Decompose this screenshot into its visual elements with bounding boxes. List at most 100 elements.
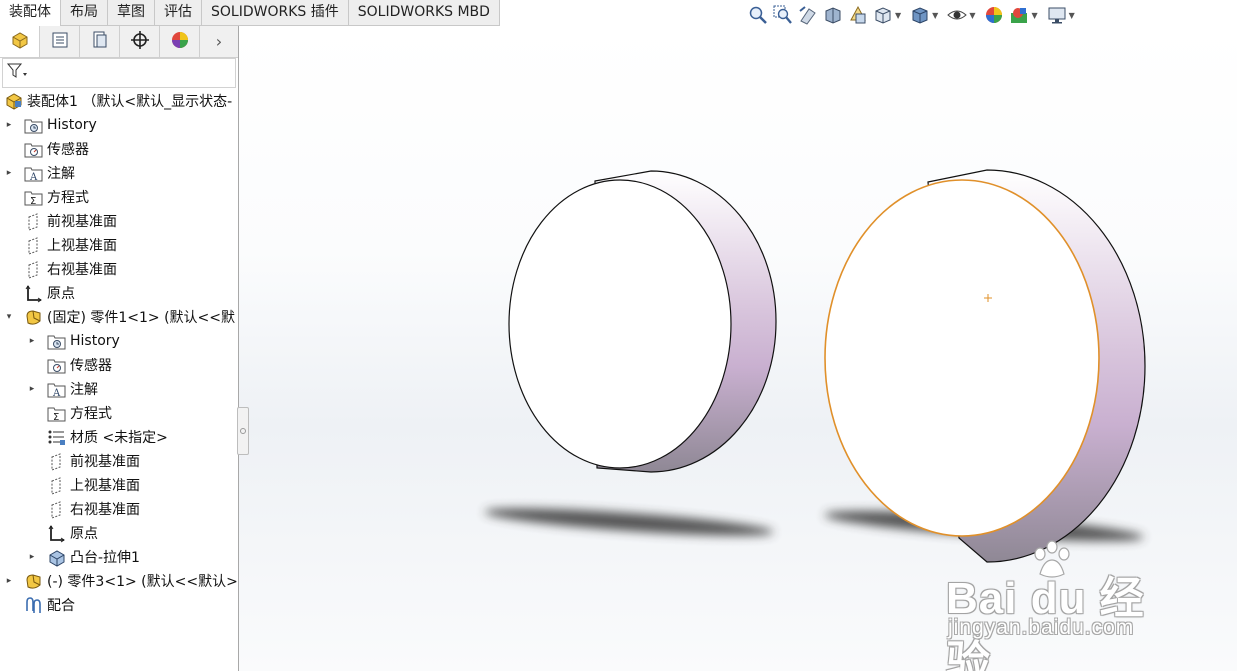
part-icon bbox=[24, 308, 43, 327]
feature-manager-tab[interactable] bbox=[0, 26, 40, 57]
tab-assembly[interactable]: 装配体 bbox=[0, 0, 61, 26]
tree-item-part1-annotations[interactable]: ▸ A 注解 bbox=[0, 377, 238, 401]
panel-collapse-handle[interactable] bbox=[237, 407, 249, 455]
expand-arrow-icon[interactable]: ▸ bbox=[27, 552, 37, 562]
tree-item-label: 方程式 bbox=[70, 406, 112, 422]
expand-arrow-icon[interactable]: ▸ bbox=[27, 384, 37, 394]
tree-item-label: History bbox=[47, 117, 97, 133]
display-manager-icon bbox=[170, 30, 190, 54]
display-manager-tab[interactable] bbox=[160, 26, 200, 57]
svg-text:Σ: Σ bbox=[30, 196, 36, 206]
tree-item-part1-extrude[interactable]: ▸ 凸台-拉伸1 bbox=[0, 545, 238, 569]
tree-item-part1-front-plane[interactable]: 前视基准面 bbox=[0, 449, 238, 473]
shadow-left bbox=[484, 508, 774, 536]
dynamic-annotation-icon[interactable] bbox=[848, 5, 868, 25]
tab-layout[interactable]: 布局 bbox=[61, 0, 108, 26]
tree-item-part1-sensors[interactable]: 传感器 bbox=[0, 353, 238, 377]
apply-scene-icon[interactable] bbox=[1009, 5, 1029, 25]
tree-item-history[interactable]: ▸ History bbox=[0, 113, 238, 137]
tree-item-mates[interactable]: 配合 bbox=[0, 593, 238, 617]
tree-item-label: 传感器 bbox=[70, 358, 112, 374]
tab-solidworks-mbd[interactable]: SOLIDWORKS MBD bbox=[349, 0, 500, 26]
tree-item-sensors[interactable]: 传感器 bbox=[0, 137, 238, 161]
configuration-manager-tab[interactable] bbox=[80, 26, 120, 57]
tree-item-label: 原点 bbox=[47, 286, 75, 302]
view-orientation-icon[interactable] bbox=[873, 5, 893, 25]
plane-icon bbox=[47, 500, 66, 519]
watermark: Bai du 经验 jingyan.baidu.com bbox=[946, 540, 1186, 671]
tree-item-part1[interactable]: ▾ (固定) 零件1<1> (默认<<默 bbox=[0, 305, 238, 329]
tree-item-label: (固定) 零件1<1> (默认<<默 bbox=[47, 310, 236, 326]
dimxpert-tab[interactable] bbox=[120, 26, 160, 57]
tree-item-label: 材质 <未指定> bbox=[70, 430, 168, 446]
plane-icon bbox=[24, 260, 43, 279]
plane-icon bbox=[24, 236, 43, 255]
tree-item-label: 方程式 bbox=[47, 190, 89, 206]
tree-item-part1-origin[interactable]: 原点 bbox=[0, 521, 238, 545]
tree-item-right-plane[interactable]: 右视基准面 bbox=[0, 257, 238, 281]
previous-view-icon[interactable] bbox=[798, 5, 818, 25]
section-view-icon[interactable] bbox=[823, 5, 843, 25]
hide-show-dropdown-icon[interactable]: ▼ bbox=[969, 11, 975, 20]
tree-item-part1-top-plane[interactable]: 上视基准面 bbox=[0, 473, 238, 497]
tab-solidworks-addins[interactable]: SOLIDWORKS 插件 bbox=[202, 0, 349, 26]
configuration-manager-icon bbox=[90, 30, 110, 54]
tree-item-part3[interactable]: ▸ (-) 零件3<1> (默认<<默认> bbox=[0, 569, 238, 593]
watermark-url: jingyan.baidu.com bbox=[948, 616, 1135, 639]
plane-icon bbox=[47, 452, 66, 471]
tree-item-part1-material[interactable]: 材质 <未指定> bbox=[0, 425, 238, 449]
part-cylinder-right[interactable] bbox=[824, 169, 1146, 563]
history-folder-icon bbox=[47, 332, 66, 351]
expand-arrow-icon[interactable]: ▸ bbox=[4, 168, 14, 178]
plane-icon bbox=[47, 476, 66, 495]
plane-icon bbox=[24, 212, 43, 231]
expand-arrow-icon[interactable]: ▸ bbox=[27, 336, 37, 346]
tree-item-front-plane[interactable]: 前视基准面 bbox=[0, 209, 238, 233]
svg-text:A: A bbox=[29, 172, 38, 182]
collapse-arrow-icon[interactable]: ▾ bbox=[4, 312, 14, 322]
apply-scene-dropdown-icon[interactable]: ▼ bbox=[1031, 11, 1037, 20]
sensor-folder-icon bbox=[47, 356, 66, 375]
feature-manager-panel: › 装配体1 （默认<默认_显示状态- ▸ History 传感器 ▸ A 注解… bbox=[0, 26, 239, 671]
edit-appearance-icon[interactable] bbox=[984, 5, 1004, 25]
tree-item-part1-history[interactable]: ▸ History bbox=[0, 329, 238, 353]
origin-icon bbox=[24, 284, 43, 303]
expand-arrow-icon[interactable]: ▸ bbox=[4, 576, 14, 586]
view-orientation-dropdown-icon[interactable]: ▼ bbox=[895, 11, 901, 20]
tab-sketch[interactable]: 草图 bbox=[108, 0, 155, 26]
display-style-dropdown-icon[interactable]: ▼ bbox=[932, 11, 938, 20]
origin-icon bbox=[47, 524, 66, 543]
display-style-icon[interactable] bbox=[910, 5, 930, 25]
view-settings-icon[interactable] bbox=[1047, 5, 1067, 25]
tree-root-assembly[interactable]: 装配体1 （默认<默认_显示状态- bbox=[0, 89, 238, 113]
tree-item-part1-right-plane[interactable]: 右视基准面 bbox=[0, 497, 238, 521]
more-tabs-chevron-icon[interactable]: › bbox=[200, 26, 238, 57]
tree-filter[interactable] bbox=[2, 58, 236, 88]
tree-item-label: 传感器 bbox=[47, 142, 89, 158]
tree-item-origin[interactable]: 原点 bbox=[0, 281, 238, 305]
tree-item-label: 前视基准面 bbox=[47, 214, 117, 230]
tree-item-label: 注解 bbox=[70, 382, 98, 398]
tab-evaluate[interactable]: 评估 bbox=[155, 0, 202, 26]
extrude-icon bbox=[47, 548, 66, 567]
view-settings-dropdown-icon[interactable]: ▼ bbox=[1069, 11, 1075, 20]
tree-item-label: (-) 零件3<1> (默认<<默认> bbox=[47, 574, 238, 590]
assembly-icon bbox=[4, 92, 23, 111]
zoom-to-fit-icon[interactable] bbox=[748, 5, 768, 25]
sensor-folder-icon bbox=[24, 140, 43, 159]
tree-item-part1-equations[interactable]: Σ 方程式 bbox=[0, 401, 238, 425]
property-manager-tab[interactable] bbox=[40, 26, 80, 57]
annotation-folder-icon: A bbox=[24, 164, 43, 183]
tree-item-annotations[interactable]: ▸ A 注解 bbox=[0, 161, 238, 185]
tree-item-label: 注解 bbox=[47, 166, 75, 182]
part-cylinder-left[interactable] bbox=[508, 170, 777, 473]
expand-arrow-icon[interactable]: ▸ bbox=[4, 120, 14, 130]
annotation-folder-icon: A bbox=[47, 380, 66, 399]
zoom-to-area-icon[interactable] bbox=[773, 5, 793, 25]
filter-icon[interactable] bbox=[6, 62, 28, 84]
tree-item-equations[interactable]: Σ 方程式 bbox=[0, 185, 238, 209]
tree-item-label: 前视基准面 bbox=[70, 454, 140, 470]
tree-item-top-plane[interactable]: 上视基准面 bbox=[0, 233, 238, 257]
hide-show-items-icon[interactable] bbox=[947, 5, 968, 25]
tree-item-label: 凸台-拉伸1 bbox=[70, 550, 140, 566]
